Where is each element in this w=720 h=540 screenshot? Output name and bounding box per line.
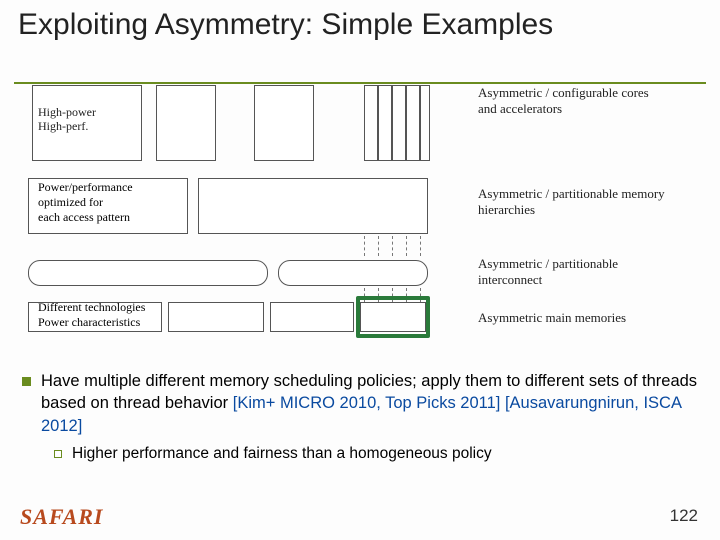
sub-bullet-item: Higher performance and fairness than a h… xyxy=(54,445,698,463)
sub-bullet-icon xyxy=(54,450,62,458)
mem-box xyxy=(198,178,428,234)
connector xyxy=(378,236,379,256)
main-memory-box xyxy=(168,302,264,332)
logo-text: SAFARI xyxy=(20,504,103,530)
main-memory-label: Different technologies Power characteris… xyxy=(38,300,145,330)
sub-bullet-text: Higher performance and fairness than a h… xyxy=(72,445,492,463)
interconnect-box xyxy=(278,260,428,286)
highlight-box xyxy=(356,296,430,338)
core-box xyxy=(156,85,216,161)
row2-label: Asymmetric / partitionable memory hierar… xyxy=(478,186,668,217)
slide-title: Exploiting Asymmetry: Simple Examples xyxy=(0,0,720,45)
architecture-diagram: High-power High-perf. Asymmetric / confi… xyxy=(28,70,668,355)
row4-label: Asymmetric main memories xyxy=(478,310,678,326)
safari-logo: SAFARI xyxy=(20,504,103,530)
connector xyxy=(420,236,421,256)
bullet-icon xyxy=(22,377,31,386)
core-thin xyxy=(406,85,420,161)
core-thin xyxy=(364,85,378,161)
connector xyxy=(364,236,365,256)
bullet-list: Have multiple different memory schedulin… xyxy=(22,370,698,463)
core-thin xyxy=(378,85,392,161)
core-big-label: High-power High-perf. xyxy=(38,105,96,134)
interconnect-box xyxy=(28,260,268,286)
core-box xyxy=(254,85,314,161)
main-memory-box xyxy=(270,302,354,332)
connector xyxy=(392,236,393,256)
page-number: 122 xyxy=(670,506,698,526)
mem-label: Power/performance optimized for each acc… xyxy=(38,180,133,225)
connector xyxy=(406,236,407,256)
row3-label: Asymmetric / partitionable interconnect xyxy=(478,256,668,287)
row1-label: Asymmetric / configurable cores and acce… xyxy=(478,85,658,116)
core-thin xyxy=(392,85,406,161)
bullet-item: Have multiple different memory schedulin… xyxy=(22,370,698,437)
core-group xyxy=(364,85,430,161)
bullet-text: Have multiple different memory schedulin… xyxy=(41,370,698,437)
core-thin xyxy=(420,85,430,161)
